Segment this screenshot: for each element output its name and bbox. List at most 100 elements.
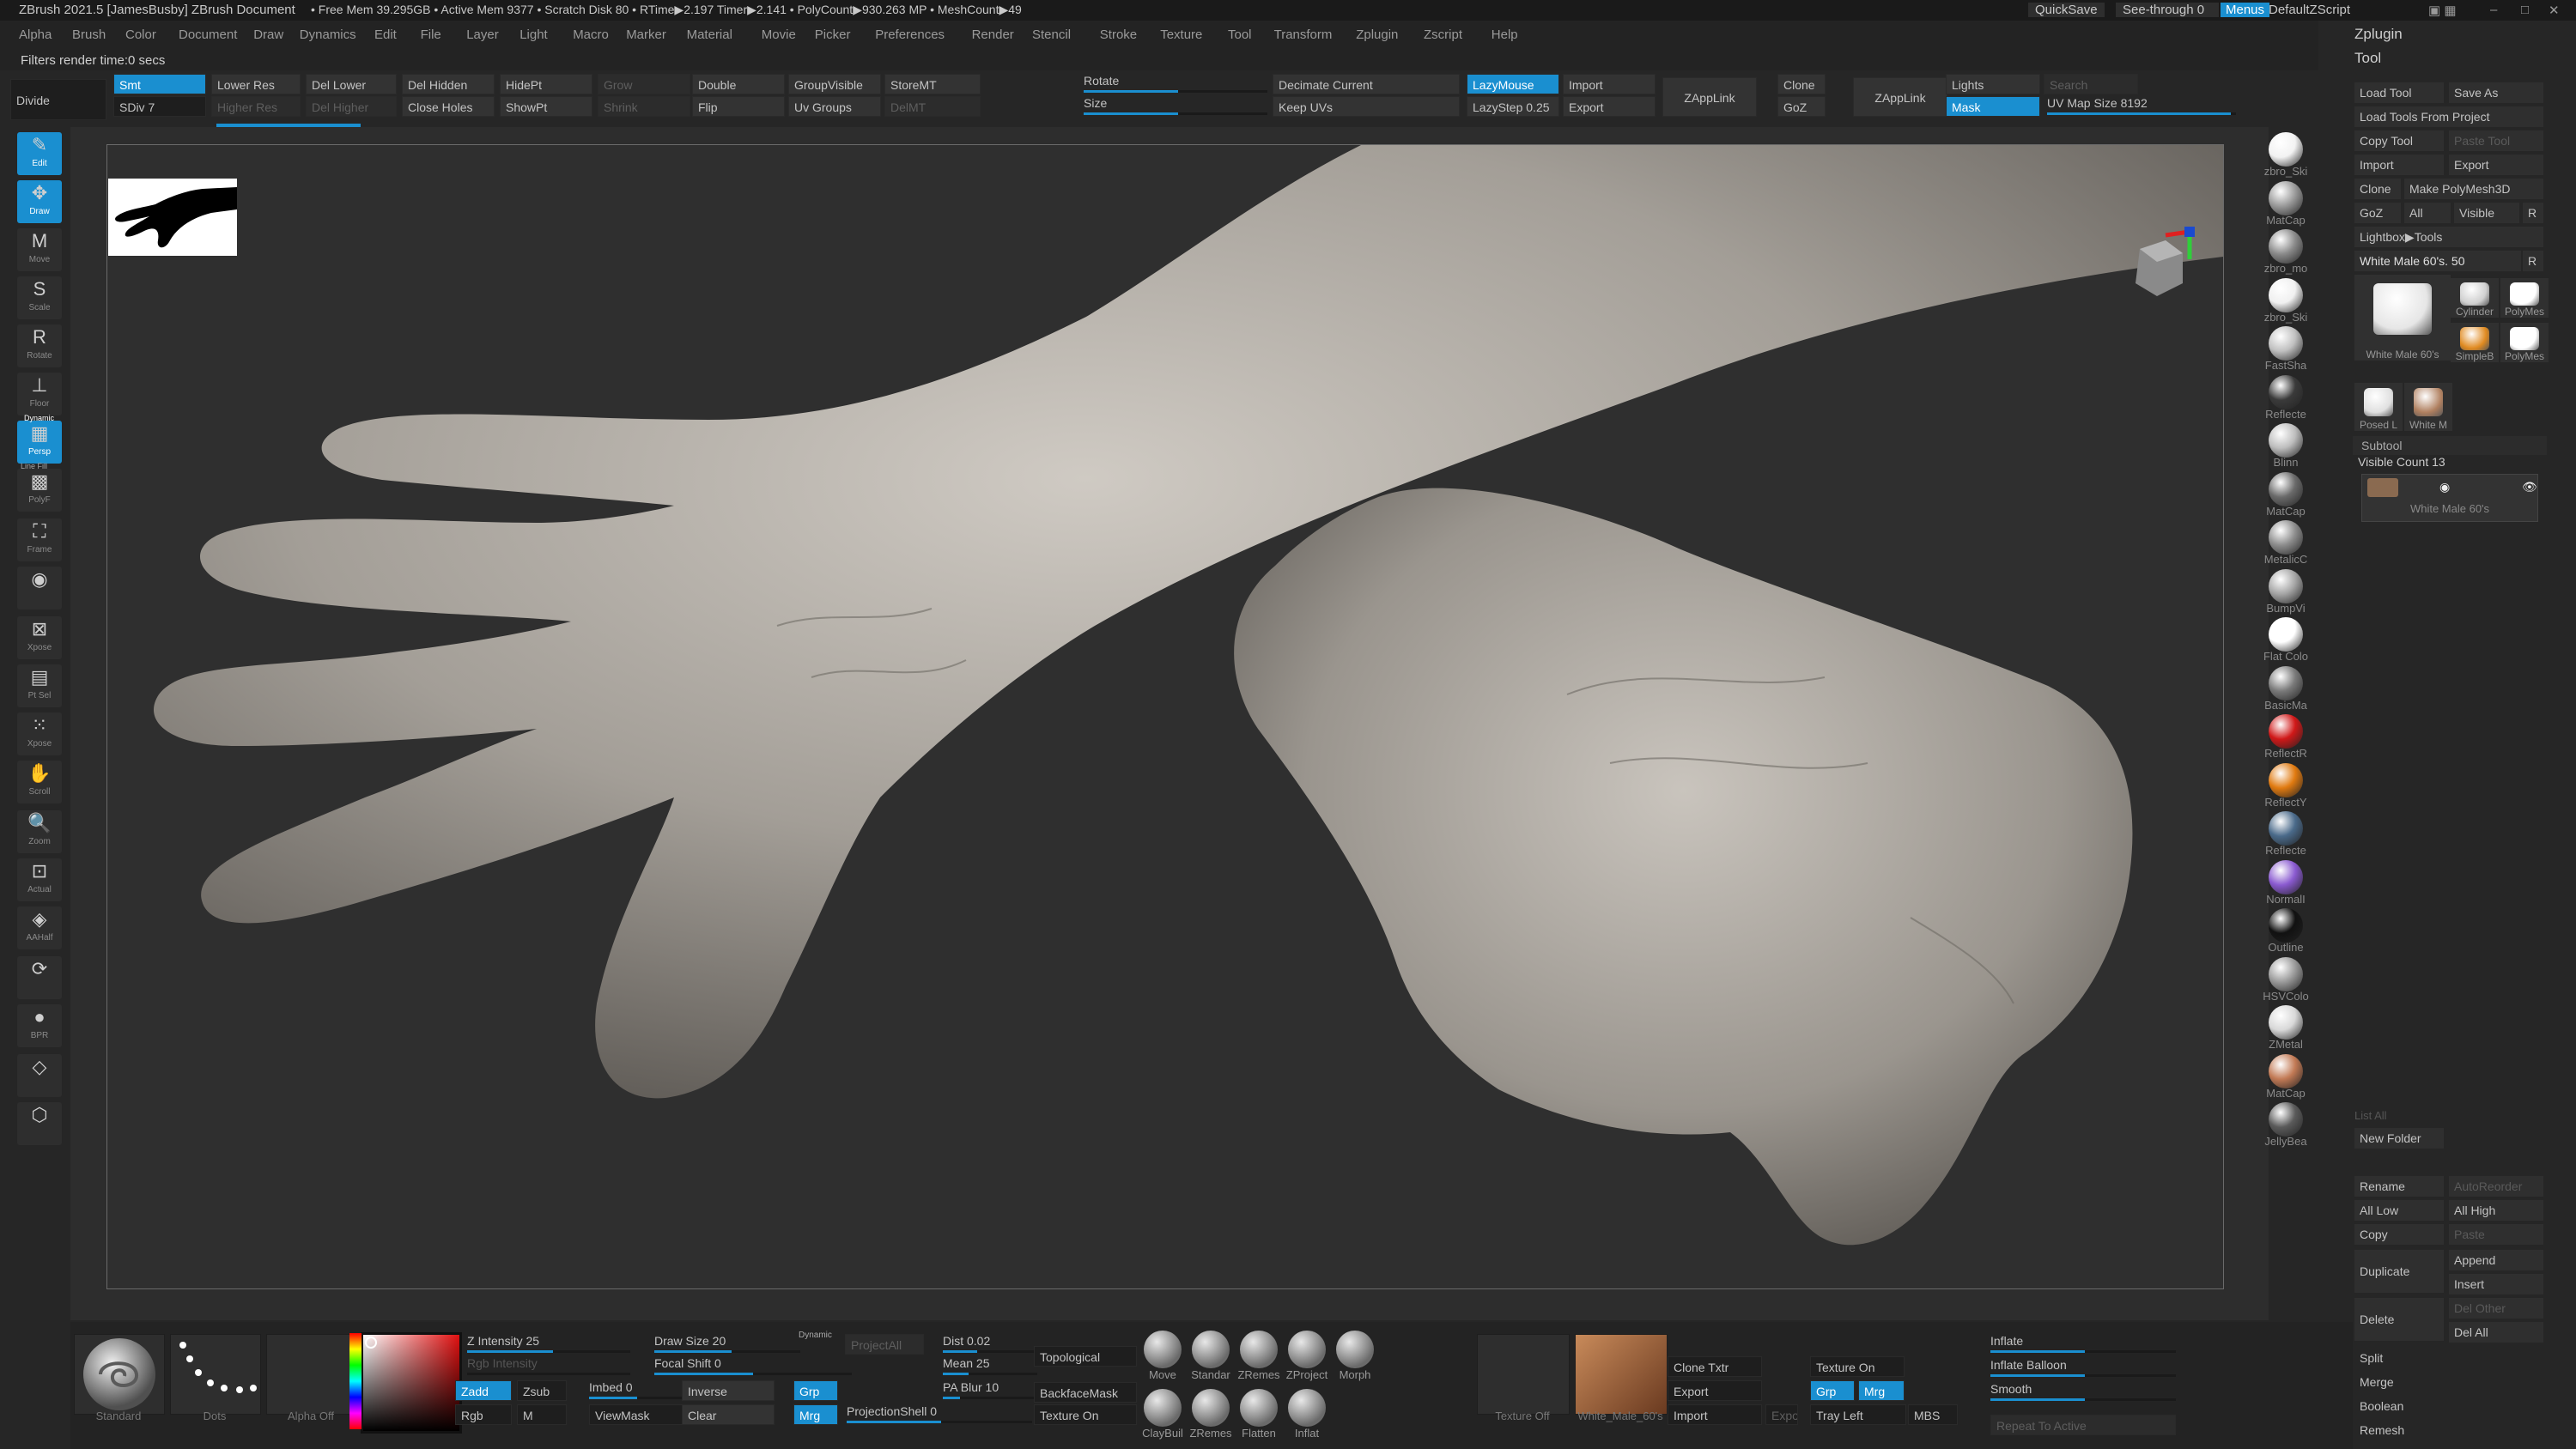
brush-slot[interactable]: ZRemes xyxy=(1235,1327,1283,1384)
tool-thumbnail[interactable]: White M xyxy=(2404,383,2452,431)
del-all-button[interactable]: Del All xyxy=(2449,1322,2543,1343)
lower-res-button[interactable]: Lower Res xyxy=(211,74,301,94)
rename-button[interactable]: Rename xyxy=(2354,1176,2444,1197)
del-hidden-button[interactable]: Del Hidden xyxy=(402,74,495,94)
tool-thumbnail[interactable]: PolyMes xyxy=(2500,323,2549,362)
duplicate-button[interactable]: Duplicate xyxy=(2354,1250,2444,1293)
menu-movie[interactable]: Movie xyxy=(762,27,796,42)
texture-on-toggle[interactable]: Texture On xyxy=(1810,1356,1905,1377)
tool-slot-9[interactable]: ◉ xyxy=(17,567,62,609)
clear-button[interactable]: Clear xyxy=(682,1404,775,1425)
material-swatch[interactable] xyxy=(2269,1102,2303,1137)
topological-button[interactable]: Topological xyxy=(1034,1346,1137,1367)
focal-shift-slider[interactable]: Focal Shift 0 xyxy=(654,1356,852,1375)
color-picker[interactable] xyxy=(349,1332,462,1434)
menu-material[interactable]: Material xyxy=(687,27,732,42)
search-field[interactable]: Search xyxy=(2044,74,2138,94)
pa-blur-slider[interactable]: PA Blur 10 xyxy=(943,1380,1037,1399)
mask-toggle[interactable]: Mask xyxy=(1946,96,2040,117)
hue-strip[interactable] xyxy=(349,1333,361,1429)
zadd-toggle[interactable]: Zadd xyxy=(455,1380,512,1401)
skin-texture-thumbnail[interactable] xyxy=(1575,1334,1668,1415)
menu-help[interactable]: Help xyxy=(1492,27,1518,42)
subtool-header[interactable]: Subtool xyxy=(2353,436,2547,455)
inflate-balloon-slider[interactable]: Inflate Balloon xyxy=(1990,1358,2176,1377)
delete-button[interactable]: Delete xyxy=(2354,1298,2444,1341)
goz-visible-button[interactable]: Visible xyxy=(2454,203,2519,223)
higher-res-button[interactable]: Higher Res xyxy=(211,96,301,117)
tool-bpr[interactable]: ● BPR xyxy=(17,1004,62,1047)
brush-slot[interactable]: Flatten xyxy=(1235,1385,1283,1442)
remesh-section[interactable]: Remesh xyxy=(2354,1420,2543,1440)
quicksave-button[interactable]: QuickSave xyxy=(2028,3,2105,17)
material-swatch[interactable] xyxy=(2269,1053,2303,1088)
clone-tool-button[interactable]: Clone xyxy=(2354,179,2401,199)
grow-button[interactable]: Grow xyxy=(598,74,690,94)
menu-picker[interactable]: Picker xyxy=(815,27,851,42)
uv-groups-button[interactable]: Uv Groups xyxy=(788,96,881,117)
material-swatch[interactable] xyxy=(2269,471,2303,506)
maximize-icon[interactable]: □ xyxy=(2521,3,2529,17)
menu-brush[interactable]: Brush xyxy=(72,27,106,42)
z-intensity-slider[interactable]: Z Intensity 25 xyxy=(467,1334,630,1353)
tool-thumbnail[interactable]: Posed L xyxy=(2354,383,2403,431)
mrg-toggle-2[interactable]: Mrg xyxy=(1858,1380,1905,1401)
zplugin-header[interactable]: Zplugin xyxy=(2354,26,2403,43)
tool-floor[interactable]: ⊥ Floor xyxy=(17,373,62,415)
window-layout-icon[interactable]: ▣ ▦ xyxy=(2428,3,2457,18)
goz-button[interactable]: GoZ xyxy=(1777,96,1826,117)
append-button[interactable]: Append xyxy=(2449,1250,2543,1270)
brush-thumbnail[interactable] xyxy=(74,1334,165,1415)
projectall-button[interactable]: ProjectAll xyxy=(845,1334,924,1355)
tool-edit[interactable]: ✎ Edit xyxy=(17,132,62,175)
insert-button[interactable]: Insert xyxy=(2449,1274,2543,1294)
visibility-eye-icon[interactable]: ◉ xyxy=(2439,480,2450,494)
tool-scale[interactable]: S Scale xyxy=(17,276,62,319)
material-swatch[interactable] xyxy=(2269,374,2303,409)
tool-slot-20[interactable]: ⬡ xyxy=(17,1102,62,1145)
tool-scroll[interactable]: ✋ Scroll xyxy=(17,761,62,803)
copy-subtool-button[interactable]: Copy xyxy=(2354,1224,2444,1245)
tool-polyf[interactable]: ▩ PolyF xyxy=(17,469,62,512)
material-swatch[interactable] xyxy=(2269,714,2303,749)
menu-layer[interactable]: Layer xyxy=(466,27,499,42)
subtool-item[interactable]: ◉ 👁 White Male 60's xyxy=(2361,474,2538,522)
material-swatch[interactable] xyxy=(2269,859,2303,894)
paste-subtool-button[interactable]: Paste xyxy=(2449,1224,2543,1245)
all-low-button[interactable]: All Low xyxy=(2354,1200,2444,1221)
sdiv-slider[interactable]: SDiv 7 xyxy=(113,96,206,117)
divide-button[interactable]: Divide xyxy=(10,79,106,120)
tool-slot-19[interactable]: ◇ xyxy=(17,1054,62,1097)
export-button[interactable]: Export xyxy=(1563,96,1656,117)
tool-aahalf[interactable]: ◈ AAHalf xyxy=(17,906,62,949)
material-swatch[interactable] xyxy=(2269,277,2303,312)
goz-r-button[interactable]: R xyxy=(2523,203,2543,223)
repeat-to-active-button[interactable]: Repeat To Active xyxy=(1990,1415,2176,1435)
del-higher-button[interactable]: Del Higher xyxy=(306,96,397,117)
lightbox-tools-button[interactable]: Lightbox▶Tools xyxy=(2354,227,2543,247)
goz-tool-button[interactable]: GoZ xyxy=(2354,203,2401,223)
texture-export-button[interactable]: Export xyxy=(1668,1380,1762,1401)
default-zscript-button[interactable]: DefaultZScript xyxy=(2269,3,2350,17)
load-tool-button[interactable]: Load Tool xyxy=(2354,82,2444,103)
del-lower-button[interactable]: Del Lower xyxy=(306,74,397,94)
menu-file[interactable]: File xyxy=(421,27,441,42)
menu-zplugin[interactable]: Zplugin xyxy=(1356,27,1398,42)
uv-map-size-slider[interactable]: UV Map Size 8192 xyxy=(2047,96,2236,115)
mbs-button[interactable]: MBS xyxy=(1908,1404,1958,1425)
close-holes-button[interactable]: Close Holes xyxy=(402,96,495,117)
lights-button[interactable]: Lights xyxy=(1946,74,2040,94)
menu-alpha[interactable]: Alpha xyxy=(19,27,52,42)
menu-document[interactable]: Document xyxy=(179,27,237,42)
clone-txtr-button[interactable]: Clone Txtr xyxy=(1668,1356,1762,1377)
tool-zoom[interactable]: 🔍 Zoom xyxy=(17,810,62,853)
save-as-button[interactable]: Save As xyxy=(2449,82,2543,103)
current-tool-slider[interactable]: White Male 60's. 50 xyxy=(2354,251,2521,271)
tool-frame[interactable]: ⛶ Frame xyxy=(17,518,62,561)
material-swatch[interactable] xyxy=(2269,326,2303,361)
tool-slot-17[interactable]: ⟳ xyxy=(17,956,62,999)
tool-draw[interactable]: ✥ Draw xyxy=(17,180,62,223)
menu-color[interactable]: Color xyxy=(125,27,156,42)
load-tools-from-project-button[interactable]: Load Tools From Project xyxy=(2354,106,2543,127)
see-through-slider[interactable]: See-through 0 xyxy=(2116,3,2219,17)
